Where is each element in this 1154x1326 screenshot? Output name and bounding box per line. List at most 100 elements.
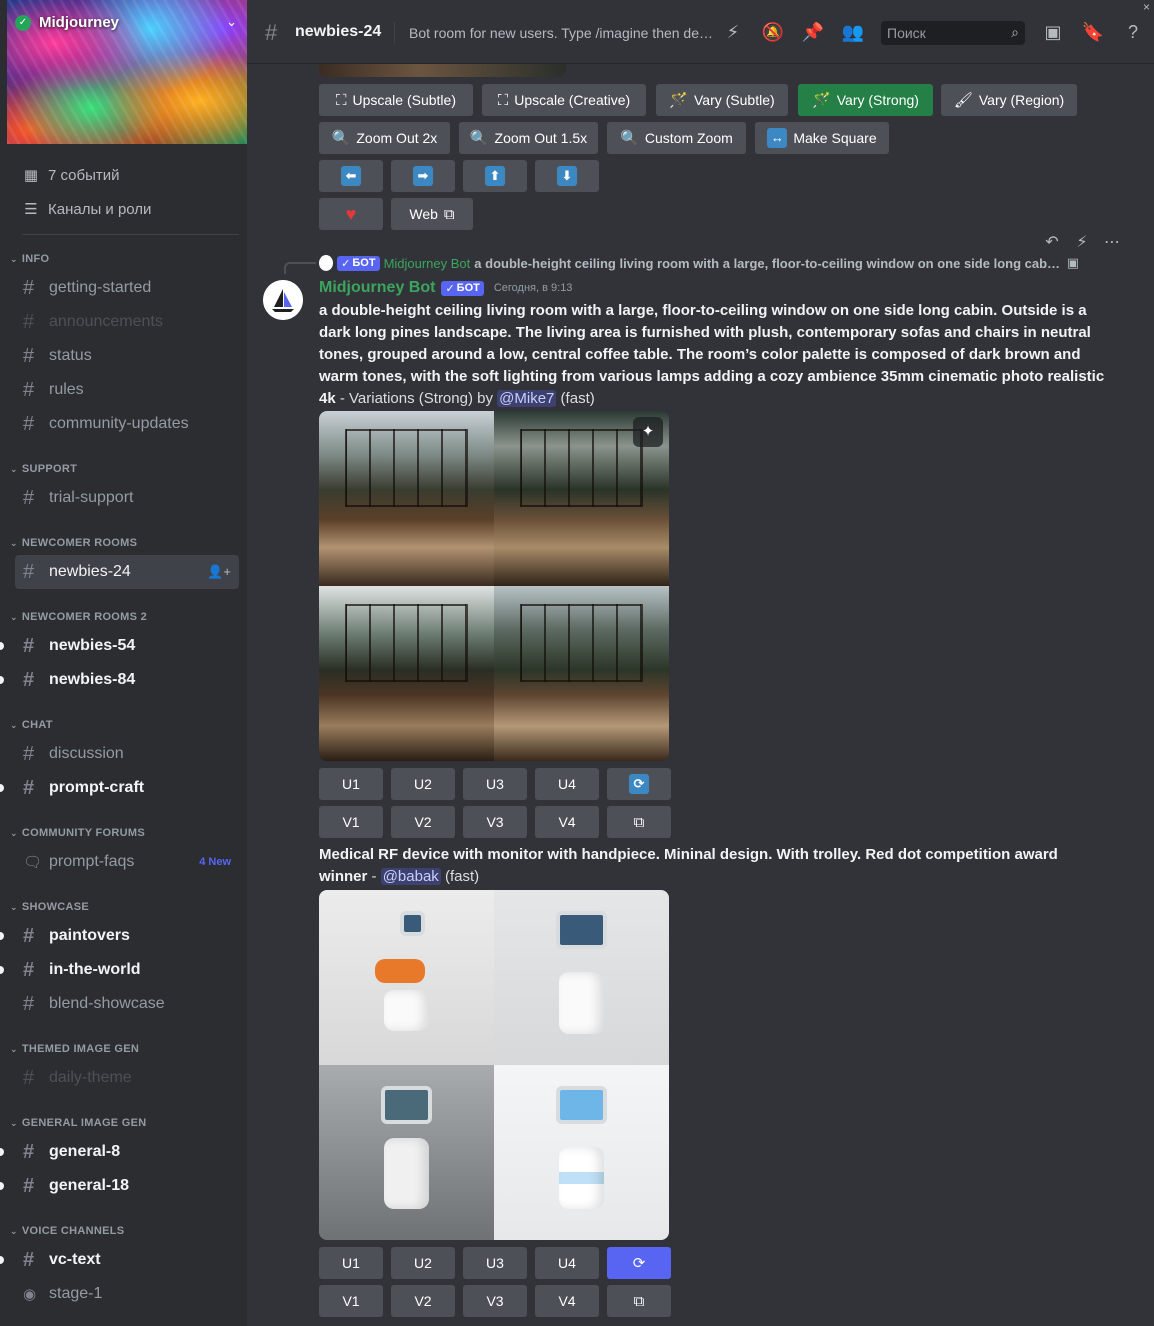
variation-1-button[interactable]: V1 bbox=[319, 1285, 383, 1317]
inbox-icon[interactable]: ▣ bbox=[1041, 20, 1065, 44]
channel-item[interactable]: # daily-theme bbox=[15, 1061, 239, 1095]
zoom-out-2x-button[interactable]: 🔍 Zoom Out 2x bbox=[319, 122, 450, 154]
pan-right-button[interactable]: ➡ bbox=[391, 160, 455, 192]
category-header[interactable]: ⌄ GENERAL IMAGE GEN bbox=[0, 1115, 247, 1131]
avatar[interactable] bbox=[263, 280, 303, 320]
author-name[interactable]: Midjourney Bot bbox=[319, 279, 435, 297]
upscale-creative-button[interactable]: ⛶ Upscale (Creative) bbox=[482, 84, 646, 116]
channel-item[interactable]: # getting-started bbox=[15, 271, 239, 305]
category-header[interactable]: ⌄ SHOWCASE bbox=[0, 899, 247, 915]
channel-item[interactable]: # vc-text bbox=[0, 1243, 239, 1277]
grid-image-2[interactable] bbox=[494, 890, 669, 1065]
bookmark-icon[interactable]: 🔖 bbox=[1081, 20, 1105, 44]
reply-icon[interactable]: ↶ bbox=[1040, 231, 1064, 255]
chevron-down-icon[interactable]: ⌄ bbox=[226, 14, 237, 30]
channel-item[interactable]: # status bbox=[15, 339, 239, 373]
grid-image-4[interactable] bbox=[494, 1065, 669, 1240]
category-header[interactable]: ⌄ SUPPORT bbox=[0, 461, 247, 477]
web-link-button[interactable]: Web ⧉ bbox=[391, 198, 473, 230]
apps-icon[interactable]: ✦ bbox=[633, 417, 663, 447]
category-header[interactable]: ⌄ INFO bbox=[0, 251, 247, 267]
channel-item[interactable]: # blend-showcase bbox=[15, 987, 239, 1021]
mute-bell-icon[interactable]: 🔕 bbox=[761, 20, 785, 44]
vary-subtle-button[interactable]: 🪄 Vary (Subtle) bbox=[656, 84, 788, 116]
channel-item[interactable]: # prompt-craft bbox=[0, 771, 239, 805]
channel-item[interactable]: # newbies-84 bbox=[0, 663, 239, 697]
category-header[interactable]: ⌄ NEWCOMER ROOMS 2 bbox=[0, 609, 247, 625]
variation-3-button[interactable]: V3 bbox=[463, 806, 527, 838]
server-banner[interactable]: ✓ Midjourney ⌄ bbox=[7, 0, 247, 144]
open-external-button[interactable]: ⧉ bbox=[607, 806, 671, 838]
server-header[interactable]: ✓ Midjourney bbox=[15, 14, 119, 31]
category-header[interactable]: ⌄ THEMED IMAGE GEN bbox=[0, 1041, 247, 1057]
channel-item[interactable]: # rules bbox=[15, 373, 239, 407]
variation-3-button[interactable]: V3 bbox=[463, 1285, 527, 1317]
events-item[interactable]: ▦ 7 событий bbox=[22, 158, 239, 192]
channel-item[interactable]: # discussion bbox=[15, 737, 239, 771]
channel-item[interactable]: # general-18 bbox=[0, 1169, 239, 1203]
image-grid[interactable]: ✦ bbox=[319, 411, 669, 761]
pan-down-button[interactable]: ⬇ bbox=[535, 160, 599, 192]
channel-item[interactable]: # announcements bbox=[15, 305, 239, 339]
channel-item[interactable]: # paintovers bbox=[0, 919, 239, 953]
reply-preview[interactable]: ✓ БОТ Midjourney Bot a double-height cei… bbox=[319, 255, 1079, 271]
grid-image-4[interactable] bbox=[494, 586, 669, 761]
upscale-1-button[interactable]: U1 bbox=[319, 768, 383, 800]
channel-item[interactable]: # newbies-24 👤+ bbox=[15, 555, 239, 589]
favorite-button[interactable]: ♥ bbox=[319, 198, 383, 230]
upscale-4-button[interactable]: U4 bbox=[535, 1247, 599, 1279]
pin-icon[interactable]: 📌 bbox=[801, 20, 825, 44]
vary-strong-button[interactable]: 🪄 Vary (Strong) bbox=[798, 84, 933, 116]
upscale-3-button[interactable]: U3 bbox=[463, 1247, 527, 1279]
channel-item[interactable]: # community-updates bbox=[15, 407, 239, 441]
vary-region-button[interactable]: 🖌 Vary (Region) bbox=[941, 84, 1077, 116]
variation-4-button[interactable]: V4 bbox=[535, 1285, 599, 1317]
channel-item[interactable]: ◉ stage-1 bbox=[15, 1277, 239, 1311]
grid-image-1[interactable] bbox=[319, 411, 494, 586]
user-mention[interactable]: @Mike7 bbox=[497, 390, 557, 407]
upscale-3-button[interactable]: U3 bbox=[463, 768, 527, 800]
upscale-subtle-button[interactable]: ⛶ Upscale (Subtle) bbox=[319, 84, 473, 116]
upscale-4-button[interactable]: U4 bbox=[535, 768, 599, 800]
upscale-2-button[interactable]: U2 bbox=[391, 768, 455, 800]
user-mention[interactable]: @babak bbox=[380, 868, 441, 885]
zoom-out-1-5x-button[interactable]: 🔍 Zoom Out 1.5x bbox=[459, 122, 598, 154]
category-header[interactable]: ⌄ VOICE CHANNELS bbox=[0, 1223, 247, 1239]
channel-item[interactable]: 🗨 prompt-faqs 4 New bbox=[15, 845, 239, 879]
custom-zoom-button[interactable]: 🔍 Custom Zoom bbox=[607, 122, 746, 154]
search-input[interactable] bbox=[881, 21, 1025, 45]
variation-2-button[interactable]: V2 bbox=[391, 806, 455, 838]
threads-icon[interactable]: ⚡ bbox=[721, 20, 745, 44]
open-external-button[interactable]: ⧉ bbox=[607, 1285, 671, 1317]
channel-item[interactable]: # general-8 bbox=[0, 1135, 239, 1169]
reply-author[interactable]: Midjourney Bot bbox=[384, 256, 471, 271]
grid-image-3[interactable] bbox=[319, 586, 494, 761]
thread-icon[interactable]: ⚡ bbox=[1070, 231, 1094, 255]
close-icon[interactable]: × bbox=[1143, 0, 1150, 14]
help-icon[interactable]: ? bbox=[1121, 20, 1145, 44]
invite-icon[interactable]: 👤+ bbox=[207, 564, 231, 580]
pan-left-button[interactable]: ⬅ bbox=[319, 160, 383, 192]
upscale-2-button[interactable]: U2 bbox=[391, 1247, 455, 1279]
variation-2-button[interactable]: V2 bbox=[391, 1285, 455, 1317]
search-box[interactable]: ⌕ bbox=[881, 21, 1025, 45]
variation-4-button[interactable]: V4 bbox=[535, 806, 599, 838]
reroll-button[interactable]: ⟳ bbox=[607, 768, 671, 800]
variation-1-button[interactable]: V1 bbox=[319, 806, 383, 838]
category-header[interactable]: ⌄ NEWCOMER ROOMS bbox=[0, 535, 247, 551]
make-square-button[interactable]: ↔ Make Square bbox=[755, 122, 889, 154]
channel-item[interactable]: # in-the-world bbox=[0, 953, 239, 987]
reroll-button[interactable]: ⟳ bbox=[607, 1247, 671, 1279]
previous-image[interactable] bbox=[319, 64, 566, 77]
category-header[interactable]: ⌄ COMMUNITY FORUMS bbox=[0, 825, 247, 841]
channel-topic[interactable]: Bot room for new users. Type /imagine th… bbox=[409, 25, 714, 41]
channel-item[interactable]: # trial-support bbox=[15, 481, 239, 515]
grid-image-1[interactable] bbox=[319, 890, 494, 1065]
grid-image-3[interactable] bbox=[319, 1065, 494, 1240]
upscale-1-button[interactable]: U1 bbox=[319, 1247, 383, 1279]
pan-up-button[interactable]: ⬆ bbox=[463, 160, 527, 192]
channel-item[interactable]: # newbies-54 bbox=[0, 629, 239, 663]
category-header[interactable]: ⌄ CHAT bbox=[0, 717, 247, 733]
more-icon[interactable]: ⋯ bbox=[1100, 231, 1124, 255]
members-icon[interactable]: 👥 bbox=[841, 20, 865, 44]
